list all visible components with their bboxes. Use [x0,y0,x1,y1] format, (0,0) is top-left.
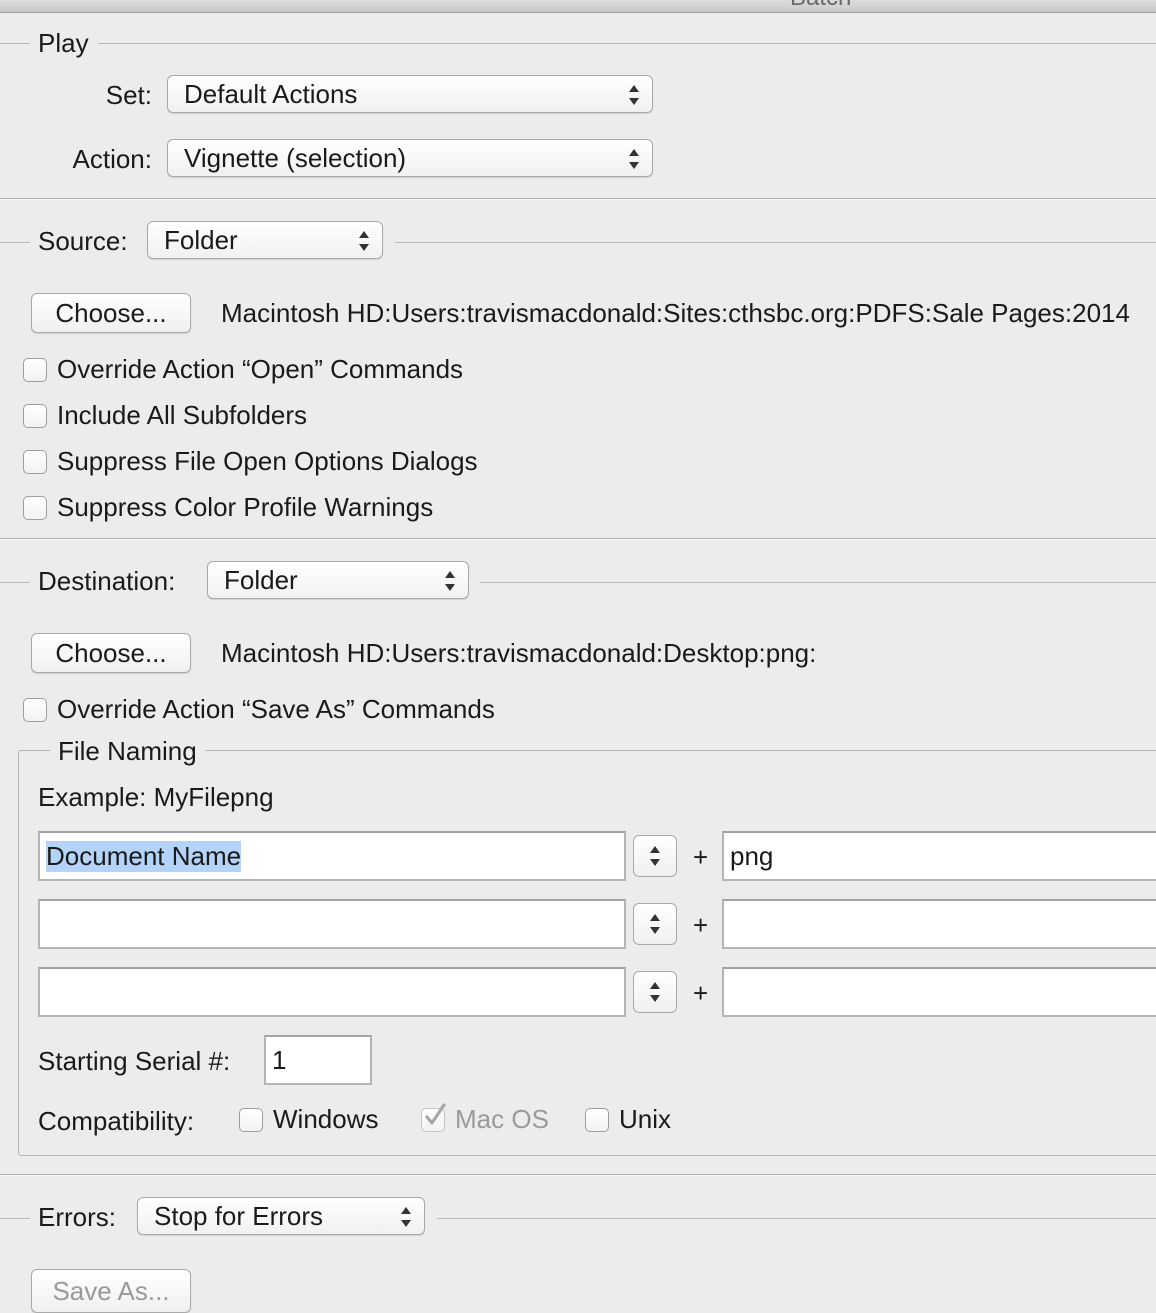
source-label: Source: [38,226,128,256]
set-popup-value: Default Actions [184,78,358,109]
checkbox-box [421,1102,446,1132]
serial-label: Starting Serial #: [38,1046,231,1076]
compat-macos-label: Mac OS [455,1104,549,1134]
source-popup-value: Folder [164,224,238,255]
source-rule-right [395,242,1156,243]
naming-stepper-2[interactable] [633,903,677,945]
naming-field-1-value: Document Name [46,840,242,872]
naming-stepper-1[interactable] [633,835,677,877]
naming-field-1[interactable]: Document Name [38,831,626,881]
popup-arrows-icon [359,231,369,251]
checkmark-icon [425,1102,446,1125]
section-separator [0,1174,1156,1176]
action-popup[interactable]: Vignette (selection) [167,139,653,177]
action-popup-value: Vignette (selection) [184,142,407,173]
suppress-open-dialogs-checkbox[interactable]: Suppress File Open Options Dialogs [23,446,478,477]
play-heading: Play [38,28,89,58]
checkbox-box[interactable] [23,495,47,520]
serial-input-value: 1 [272,1044,287,1075]
checkbox-box[interactable] [23,449,47,474]
checkbox-box[interactable] [23,697,47,722]
errors-rule-left [0,1218,30,1219]
naming-suffix-1[interactable]: png [722,831,1156,881]
checkbox-box[interactable] [239,1107,263,1132]
include-subfolders-label: Include All Subfolders [57,400,308,430]
errors-popup-value: Stop for Errors [154,1200,324,1231]
naming-stepper-3[interactable] [633,971,677,1013]
checkbox-box[interactable] [23,357,47,382]
naming-field-2[interactable] [38,899,626,949]
plus-sign: + [693,842,709,872]
play-rule-left [0,43,30,44]
section-separator [0,538,1156,540]
popup-arrows-icon [629,85,639,105]
override-save-as-checkbox[interactable]: Override Action “Save As” Commands [23,694,495,725]
override-open-label: Override Action “Open” Commands [57,354,464,384]
set-label: Set: [105,80,152,110]
compat-windows-label: Windows [273,1104,379,1134]
action-label: Action: [72,144,153,174]
compat-windows-checkbox[interactable]: Windows [239,1104,378,1135]
stepper-arrows-icon [650,846,660,866]
naming-field-3[interactable] [38,967,626,1017]
save-as-button[interactable]: Save As... [31,1269,191,1313]
compat-unix-label: Unix [619,1104,672,1134]
destination-label: Destination: [38,566,176,596]
example-value: MyFilepng [153,782,274,812]
plus-sign: + [693,978,709,1008]
set-popup[interactable]: Default Actions [167,75,653,113]
errors-rule-right [437,1218,1156,1219]
source-rule-left [0,242,30,243]
file-naming-heading: File Naming [50,736,205,767]
stepper-arrows-icon [650,914,660,934]
window-title: Batch [790,0,851,12]
compat-unix-checkbox[interactable]: Unix [585,1104,671,1135]
destination-path: Macintosh HD:Users:travismacdonald:Deskt… [221,638,817,668]
naming-suffix-3[interactable] [722,967,1156,1017]
override-save-as-label: Override Action “Save As” Commands [57,694,495,724]
naming-suffix-2[interactable] [722,899,1156,949]
destination-popup-value: Folder [224,564,298,595]
naming-suffix-1-value: png [730,840,774,871]
compatibility-label: Compatibility: [38,1106,195,1136]
suppress-open-dialogs-label: Suppress File Open Options Dialogs [57,446,478,476]
popup-arrows-icon [629,149,639,169]
section-separator [0,198,1156,200]
source-path: Macintosh HD:Users:travismacdonald:Sites… [221,298,1130,328]
suppress-color-warnings-label: Suppress Color Profile Warnings [57,492,434,522]
include-subfolders-checkbox[interactable]: Include All Subfolders [23,400,307,431]
override-open-checkbox[interactable]: Override Action “Open” Commands [23,354,463,385]
suppress-color-warnings-checkbox[interactable]: Suppress Color Profile Warnings [23,492,433,523]
example-label: Example: MyFilepng [38,782,274,812]
errors-label: Errors: [38,1202,116,1232]
compat-macos-checkbox: Mac OS [421,1102,549,1135]
destination-rule-right [480,582,1156,583]
destination-rule-left [0,582,30,583]
checkbox-box[interactable] [585,1107,609,1132]
play-rule-right [98,43,1156,44]
serial-input[interactable]: 1 [264,1035,372,1085]
window-titlebar: Batch [0,0,1156,13]
popup-arrows-icon [401,1207,411,1227]
destination-choose-button[interactable]: Choose... [31,633,191,673]
source-choose-button[interactable]: Choose... [31,293,191,333]
example-label-text: Example: [38,782,147,812]
source-popup[interactable]: Folder [147,221,383,259]
popup-arrows-icon [445,571,455,591]
errors-popup[interactable]: Stop for Errors [137,1197,425,1235]
plus-sign: + [693,910,709,940]
checkbox-box[interactable] [23,403,47,428]
stepper-arrows-icon [650,982,660,1002]
destination-popup[interactable]: Folder [207,561,469,599]
